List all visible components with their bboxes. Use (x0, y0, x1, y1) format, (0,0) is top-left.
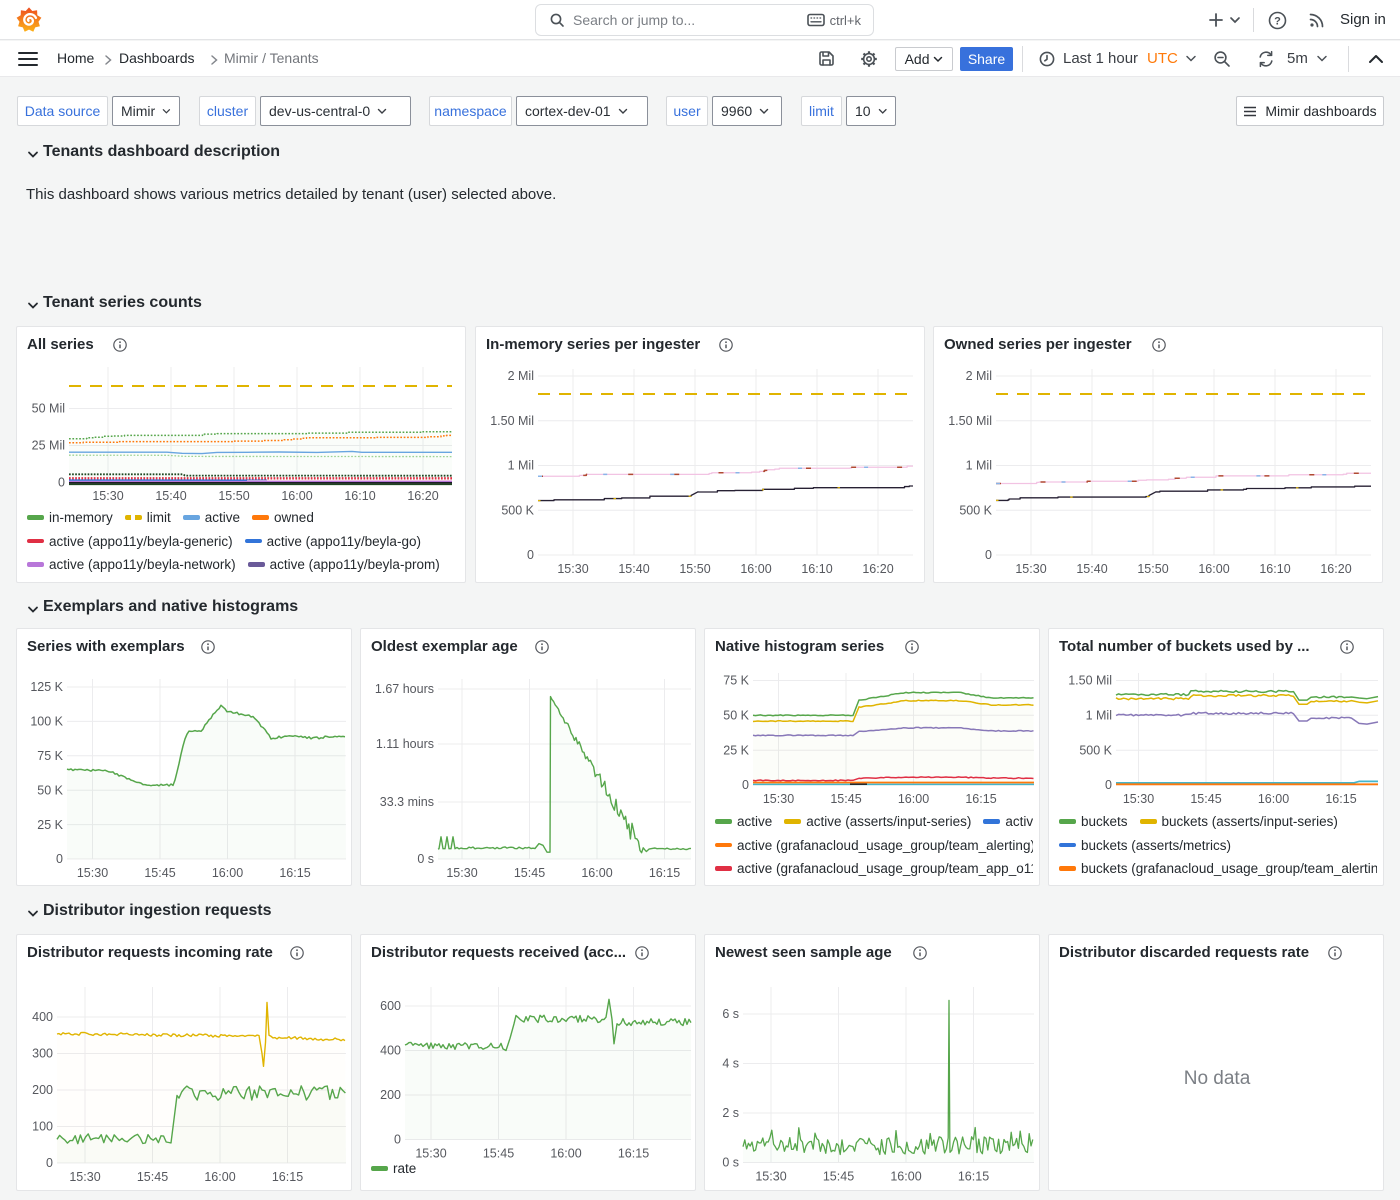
svg-text:15:40: 15:40 (155, 489, 186, 503)
svg-text:16:00: 16:00 (1198, 562, 1229, 576)
svg-text:25 K: 25 K (37, 818, 63, 832)
svg-text:16:00: 16:00 (890, 1170, 921, 1184)
svg-text:25 K: 25 K (723, 743, 749, 757)
svg-text:16:20: 16:20 (407, 489, 438, 503)
svg-text:15:45: 15:45 (830, 792, 861, 806)
svg-text:50 Mil: 50 Mil (32, 402, 65, 416)
svg-text:16:00: 16:00 (281, 489, 312, 503)
svg-text:15:30: 15:30 (557, 562, 588, 576)
svg-text:2 s: 2 s (722, 1106, 739, 1120)
svg-text:16:20: 16:20 (862, 562, 893, 576)
svg-text:2 Mil: 2 Mil (966, 369, 992, 383)
svg-text:15:40: 15:40 (1076, 562, 1107, 576)
svg-text:300: 300 (32, 1047, 53, 1061)
svg-text:16:15: 16:15 (649, 866, 680, 880)
svg-text:50 K: 50 K (37, 783, 63, 797)
svg-text:15:30: 15:30 (446, 866, 477, 880)
svg-text:400: 400 (380, 1044, 401, 1058)
svg-text:15:50: 15:50 (679, 562, 710, 576)
svg-text:16:15: 16:15 (618, 1147, 649, 1161)
svg-text:75 K: 75 K (723, 674, 749, 688)
svg-text:125 K: 125 K (30, 680, 63, 694)
svg-text:200: 200 (32, 1083, 53, 1097)
svg-text:1.50 Mil: 1.50 Mil (948, 414, 992, 428)
svg-text:0: 0 (58, 476, 65, 490)
svg-text:200: 200 (380, 1088, 401, 1102)
svg-text:0: 0 (46, 1156, 53, 1170)
svg-text:15:30: 15:30 (69, 1170, 100, 1184)
svg-text:1 Mil: 1 Mil (508, 459, 534, 473)
svg-text:0 s: 0 s (417, 852, 434, 866)
svg-text:16:10: 16:10 (801, 562, 832, 576)
svg-text:15:45: 15:45 (137, 1170, 168, 1184)
svg-text:15:45: 15:45 (514, 866, 545, 880)
svg-text:16:00: 16:00 (550, 1147, 581, 1161)
svg-text:4 s: 4 s (722, 1057, 739, 1071)
svg-text:15:50: 15:50 (218, 489, 249, 503)
svg-text:?: ? (1274, 15, 1281, 27)
svg-text:0 s: 0 s (722, 1156, 739, 1170)
svg-text:16:00: 16:00 (212, 866, 243, 880)
svg-text:16:00: 16:00 (740, 562, 771, 576)
svg-text:0: 0 (56, 852, 63, 866)
svg-text:1.50 Mil: 1.50 Mil (1068, 674, 1112, 688)
svg-text:16:15: 16:15 (965, 792, 996, 806)
svg-text:15:30: 15:30 (92, 489, 123, 503)
svg-text:1 Mil: 1 Mil (1086, 709, 1112, 723)
svg-text:15:45: 15:45 (483, 1147, 514, 1161)
svg-text:15:30: 15:30 (415, 1147, 446, 1161)
svg-text:15:30: 15:30 (1015, 562, 1046, 576)
svg-text:75 K: 75 K (37, 749, 63, 763)
svg-text:15:30: 15:30 (763, 792, 794, 806)
svg-text:25 Mil: 25 Mil (32, 439, 65, 453)
svg-text:1.50 Mil: 1.50 Mil (490, 414, 534, 428)
svg-text:1.11 hours: 1.11 hours (376, 737, 434, 751)
svg-text:33.3 mins: 33.3 mins (380, 795, 434, 809)
svg-text:15:45: 15:45 (144, 866, 175, 880)
svg-text:400: 400 (32, 1010, 53, 1024)
svg-text:500 K: 500 K (959, 503, 992, 517)
svg-text:15:30: 15:30 (755, 1170, 786, 1184)
svg-text:0: 0 (1105, 778, 1112, 792)
svg-text:16:15: 16:15 (272, 1170, 303, 1184)
svg-text:16:20: 16:20 (1320, 562, 1351, 576)
svg-text:500 K: 500 K (1079, 743, 1112, 757)
svg-text:15:30: 15:30 (1123, 792, 1154, 806)
svg-text:1.67 hours: 1.67 hours (375, 682, 434, 696)
svg-text:16:15: 16:15 (279, 866, 310, 880)
svg-text:100: 100 (32, 1120, 53, 1134)
svg-text:0: 0 (742, 778, 749, 792)
svg-text:0: 0 (394, 1133, 401, 1147)
svg-text:500 K: 500 K (501, 503, 534, 517)
svg-text:16:15: 16:15 (958, 1170, 989, 1184)
svg-text:0: 0 (985, 548, 992, 562)
svg-text:1 Mil: 1 Mil (966, 459, 992, 473)
svg-text:15:45: 15:45 (1190, 792, 1221, 806)
svg-text:0: 0 (527, 548, 534, 562)
svg-text:16:10: 16:10 (1259, 562, 1290, 576)
svg-text:16:00: 16:00 (204, 1170, 235, 1184)
svg-text:100 K: 100 K (30, 715, 63, 729)
svg-text:15:40: 15:40 (618, 562, 649, 576)
svg-text:16:10: 16:10 (344, 489, 375, 503)
svg-text:16:00: 16:00 (898, 792, 929, 806)
svg-text:16:00: 16:00 (581, 866, 612, 880)
svg-text:15:45: 15:45 (823, 1170, 854, 1184)
svg-text:50 K: 50 K (723, 709, 749, 723)
svg-text:16:15: 16:15 (1325, 792, 1356, 806)
svg-text:16:00: 16:00 (1258, 792, 1289, 806)
svg-text:15:30: 15:30 (77, 866, 108, 880)
svg-text:2 Mil: 2 Mil (508, 369, 534, 383)
svg-text:600: 600 (380, 999, 401, 1013)
svg-text:15:50: 15:50 (1137, 562, 1168, 576)
svg-text:6 s: 6 s (722, 1007, 739, 1021)
